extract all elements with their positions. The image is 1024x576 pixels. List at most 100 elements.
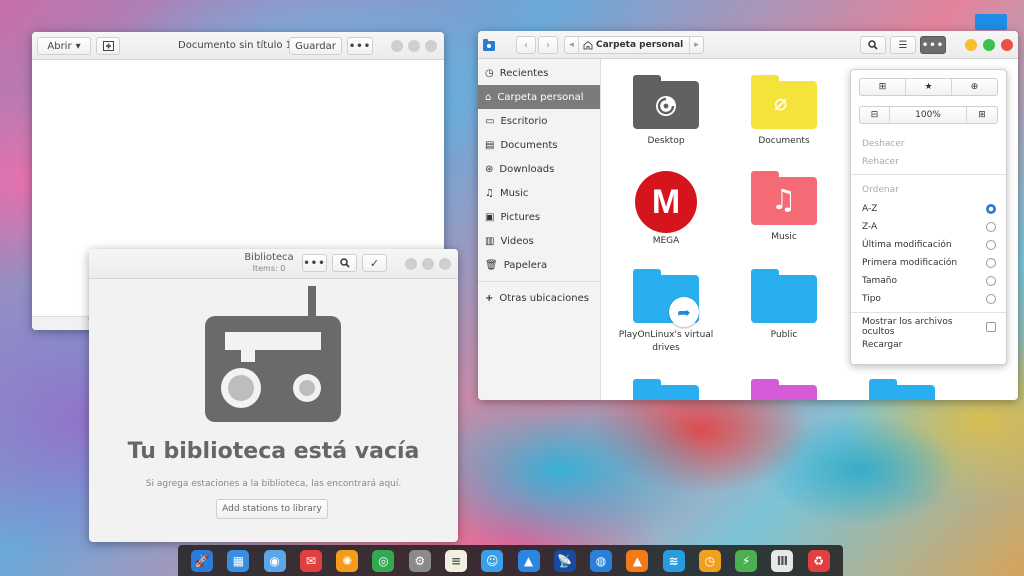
sidebar-item-documents[interactable]: ▤ Documents — [478, 133, 600, 157]
places-sidebar: ◷ Recientes ⌂ Carpeta personal ▭ Escritorio… — [478, 59, 601, 400]
open-button[interactable]: Abrir ▾ — [37, 37, 91, 55]
minimize-button[interactable] — [405, 258, 417, 270]
mail-icon[interactable]: ✉ — [299, 549, 322, 572]
radio-icon[interactable]: 📡 — [553, 549, 576, 572]
breadcrumb-left-arrow-icon[interactable]: ◂ — [565, 37, 579, 53]
sort-option-za[interactable]: Z-A — [862, 220, 996, 234]
zoom-row: ⊟ 100% ⊞ — [859, 106, 998, 124]
screenshot-icon[interactable]: ◍ — [590, 549, 613, 572]
update-icon[interactable]: ⚡ — [735, 549, 758, 572]
sidebar-item-other-locations[interactable]: + Otras ubicaciones — [478, 286, 600, 310]
trash-dock-icon[interactable]: ♻ — [807, 549, 830, 572]
file-item-playonlinux[interactable]: ➦ PlayOnLinux's virtual drives — [607, 269, 725, 355]
maximize-button[interactable] — [983, 39, 995, 51]
search-icon — [339, 258, 350, 268]
breadcrumb[interactable]: ◂ Carpeta personal ▸ — [564, 36, 704, 54]
wifi-icon[interactable]: ≋ — [662, 549, 685, 572]
maximize-button[interactable] — [422, 258, 434, 270]
sail-icon[interactable]: ▲ — [517, 549, 540, 572]
file-item-public[interactable]: Public — [725, 269, 843, 342]
breadcrumb-right-arrow-icon[interactable]: ▸ — [689, 37, 703, 53]
maximize-button[interactable] — [408, 40, 420, 52]
close-button[interactable] — [425, 40, 437, 52]
zoom-out-button[interactable]: ⊟ — [860, 107, 890, 123]
show-hidden-files-item[interactable]: Mostrar los archivos ocultos — [862, 317, 996, 337]
folder-icon — [633, 379, 699, 400]
minimize-button[interactable] — [391, 40, 403, 52]
new-tab-button[interactable]: ⊞ — [860, 79, 906, 95]
save-button[interactable]: Guardar — [289, 37, 342, 55]
rocket-icon[interactable]: 🚀 — [191, 549, 214, 572]
sort-option-size[interactable]: Tamaño — [862, 274, 996, 288]
close-button[interactable] — [1001, 39, 1013, 51]
zoom-level[interactable]: 100% — [890, 107, 967, 123]
zoom-in-button[interactable]: ⊞ — [967, 107, 997, 123]
file-item-desktop[interactable]: Desktop — [607, 75, 725, 148]
sort-option-az[interactable]: A-Z — [862, 202, 996, 216]
editor-titlebar: Abrir ▾ Documento sin título 1 Guardar •… — [32, 32, 444, 60]
sidebar-item-papelera[interactable]: 🗑 Papelera — [478, 253, 600, 277]
orange-icon[interactable]: ✺ — [336, 549, 359, 572]
file-item-partial[interactable] — [725, 379, 843, 400]
files-icon[interactable]: ◉ — [263, 549, 286, 572]
sidebar-item-escritorio[interactable]: ▭ Escritorio — [478, 109, 600, 133]
chrome-icon[interactable]: ◎ — [372, 549, 395, 572]
sidebar-item-music[interactable]: ♫ Music — [478, 181, 600, 205]
radio[interactable] — [986, 222, 996, 232]
file-item-partial[interactable] — [843, 379, 961, 400]
radio[interactable] — [986, 258, 996, 268]
back-button[interactable]: ‹ — [516, 36, 536, 54]
music-note-icon: ♫ — [771, 183, 797, 216]
radio[interactable] — [986, 294, 996, 304]
sidebar-item-label: Recientes — [499, 67, 549, 79]
finder-icon[interactable]: ☺ — [481, 549, 504, 572]
sidebar-item-label: Downloads — [499, 163, 555, 175]
files-search-button[interactable] — [860, 36, 886, 54]
radio[interactable] — [986, 276, 996, 286]
radio-selected[interactable] — [986, 204, 996, 214]
sidebar-item-label: Papelera — [503, 259, 548, 271]
file-item-partial[interactable] — [607, 379, 725, 400]
sidebar-item-downloads[interactable]: ⊛ Downloads — [478, 157, 600, 181]
new-window-button[interactable]: ⊕ — [952, 79, 997, 95]
sidebar-item-recientes[interactable]: ◷ Recientes — [478, 61, 600, 85]
new-tab-icon — [102, 41, 114, 51]
sort-option-first-modified[interactable]: Primera modificación — [862, 256, 996, 270]
clock-app-icon[interactable]: ◷ — [698, 549, 721, 572]
radio[interactable] — [986, 240, 996, 250]
menu-button[interactable]: ••• — [347, 37, 373, 55]
mixer-icon[interactable]: Ⅲ — [771, 549, 794, 572]
bookmark-button[interactable]: ★ — [906, 79, 952, 95]
undo-item[interactable]: Deshacer — [862, 137, 996, 151]
workspaces-icon[interactable]: ▦ — [227, 549, 250, 572]
breadcrumb-home[interactable]: Carpeta personal — [579, 40, 689, 50]
sort-option-last-modified[interactable]: Última modificación — [862, 238, 996, 252]
vlc-icon[interactable]: ▲ — [626, 549, 649, 572]
new-document-button[interactable] — [96, 37, 120, 55]
settings-icon[interactable]: ⚙ — [408, 549, 431, 572]
minimize-button[interactable] — [965, 39, 977, 51]
sidebar-item-home[interactable]: ⌂ Carpeta personal — [478, 85, 600, 109]
library-search-button[interactable] — [332, 254, 357, 272]
library-select-button[interactable]: ✓ — [362, 254, 387, 272]
checkbox[interactable] — [986, 322, 996, 332]
forward-button[interactable]: › — [538, 36, 558, 54]
sidebar-item-videos[interactable]: ▥ Videos — [478, 229, 600, 253]
file-item-mega[interactable]: M MEGA — [607, 171, 725, 248]
library-titlebar: Biblioteca Items: 0 ••• ✓ — [89, 249, 458, 279]
file-item-music[interactable]: ♫ Music — [725, 171, 843, 244]
add-stations-button[interactable]: Add stations to library — [216, 499, 328, 519]
library-menu-button[interactable]: ••• — [302, 254, 327, 272]
view-list-button[interactable]: ☰ — [890, 36, 916, 54]
text-editor-icon[interactable]: ≡ — [444, 549, 467, 572]
close-button[interactable] — [439, 258, 451, 270]
sort-option-type[interactable]: Tipo — [862, 292, 996, 306]
files-menu-button[interactable]: ••• — [920, 36, 946, 54]
search-icon — [868, 40, 878, 50]
reload-item[interactable]: Recargar — [862, 338, 996, 352]
sidebar-item-pictures[interactable]: ▣ Pictures — [478, 205, 600, 229]
redo-item[interactable]: Rehacer — [862, 155, 996, 169]
empty-state-description: Si agrega estaciones a la biblioteca, la… — [145, 479, 402, 489]
file-item-documents[interactable]: ⌀ Documents — [725, 75, 843, 148]
menu-label: Deshacer — [862, 139, 905, 149]
